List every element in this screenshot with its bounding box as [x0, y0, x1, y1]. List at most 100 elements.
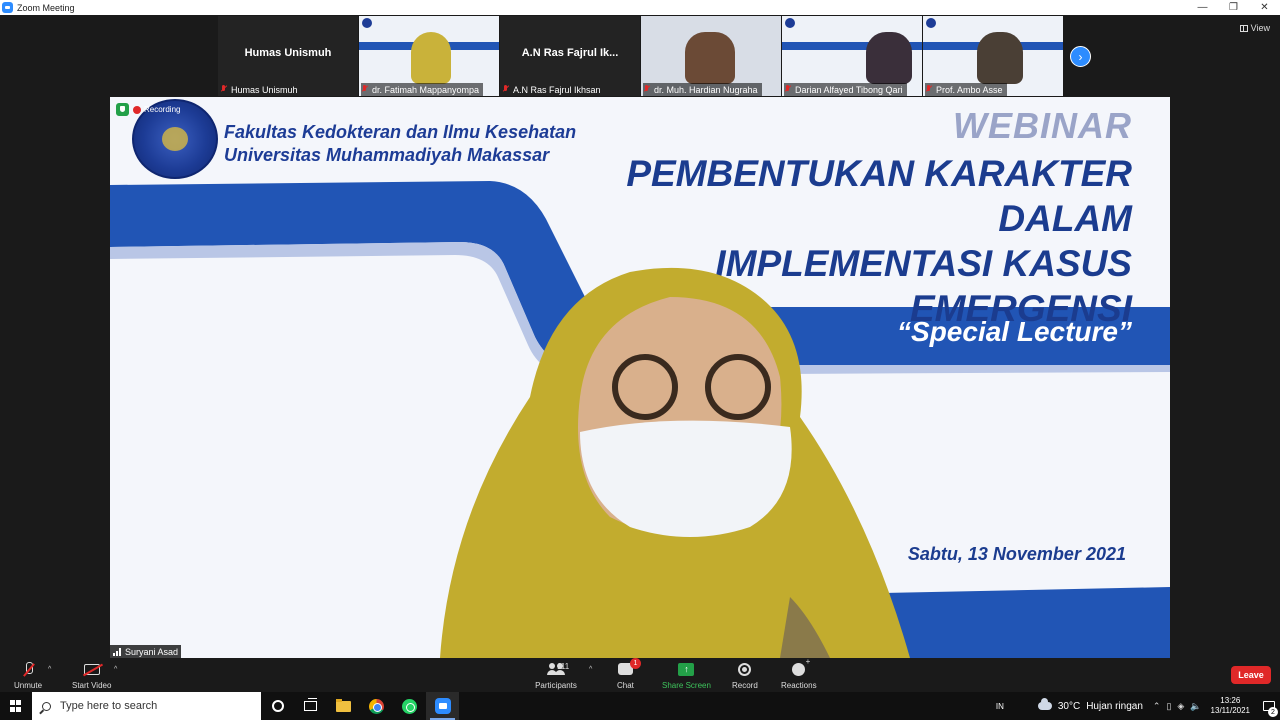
participant-name: Humas Unismuh — [231, 84, 298, 95]
university-logo-icon — [926, 18, 936, 28]
speaker-name: Suryani Asad — [125, 646, 179, 657]
whatsapp-icon — [402, 698, 417, 714]
meeting-stage: View Humas Unismuh Humas Unismuh dr. Fat… — [0, 15, 1280, 658]
participant-video-person — [866, 32, 912, 84]
participant-video-person — [411, 32, 451, 84]
task-view-icon — [304, 698, 317, 711]
grid-view-icon — [1239, 24, 1248, 32]
participant-tile[interactable]: Darian Alfayed Tibong Qari — [782, 16, 922, 96]
next-page-chevron-icon[interactable]: › — [1070, 46, 1091, 67]
reactions-label: Reactions — [781, 681, 817, 690]
network-icon[interactable]: ◈ — [1177, 701, 1184, 712]
security-shield-icon[interactable] — [116, 103, 129, 116]
window-title: Zoom Meeting — [17, 2, 75, 13]
participant-caption: dr. Muh. Hardian Nugraha — [643, 83, 762, 96]
cortana-icon — [271, 700, 284, 712]
participants-count: 111 — [557, 662, 570, 671]
start-button[interactable] — [0, 692, 32, 720]
participant-display-name: A.N Ras Fajrul Ik... — [521, 47, 619, 59]
participant-thumbnail-strip: Humas Unismuh Humas Unismuh dr. Fatimah … — [218, 16, 1064, 96]
participant-caption: Humas Unismuh — [220, 83, 302, 96]
participant-caption: Prof. Ambo Asse — [925, 83, 1007, 96]
view-button-label: View — [1250, 23, 1270, 33]
participant-tile[interactable]: Prof. Ambo Asse — [923, 16, 1063, 96]
weather-widget[interactable]: 30°C Hujan ringan — [1037, 698, 1143, 712]
participant-caption: A.N Ras Fajrul Ikhsan — [502, 83, 605, 96]
folder-icon — [336, 698, 351, 712]
mic-muted-icon — [925, 85, 932, 94]
chat-button[interactable]: 1 Chat — [617, 658, 641, 690]
search-placeholder: Type here to search — [60, 700, 158, 712]
mic-muted-icon — [220, 85, 227, 94]
taskbar-search-box[interactable]: Type here to search — [32, 692, 261, 720]
zoom-app-icon — [2, 2, 13, 13]
participant-tile[interactable]: Humas Unismuh Humas Unismuh — [218, 16, 358, 96]
system-tray: IN 30°C Hujan ringan ⌃ ▯ ◈ 🔈 13:26 13/11… — [992, 692, 1280, 720]
reactions-icon — [792, 657, 810, 676]
cortana-button[interactable] — [261, 692, 294, 720]
participant-caption: Darian Alfayed Tibong Qari — [784, 83, 907, 96]
participant-display-name: Humas Unismuh — [244, 47, 332, 59]
clock-date: 13/11/2021 — [1210, 706, 1250, 715]
signal-strength-icon — [113, 647, 122, 656]
unmute-button[interactable]: Unmute — [14, 660, 42, 690]
participant-name: Prof. Ambo Asse — [936, 84, 1003, 95]
mic-muted-icon — [502, 85, 509, 94]
chrome-button[interactable] — [360, 692, 393, 720]
record-button[interactable]: Record — [732, 660, 758, 690]
video-options-chevron-icon[interactable]: ^ — [114, 666, 117, 673]
chat-label: Chat — [617, 681, 634, 690]
notification-count: 2 — [1268, 707, 1278, 717]
university-logo-icon — [362, 18, 372, 28]
start-video-label: Start Video — [72, 681, 112, 690]
audio-options-chevron-icon[interactable]: ^ — [48, 666, 51, 673]
participant-tile[interactable]: A.N Ras Fajrul Ik... A.N Ras Fajrul Ikhs… — [500, 16, 640, 96]
participant-name: dr. Fatimah Mappanyompa — [372, 84, 480, 95]
window-title-bar: Zoom Meeting — ❐ ✕ — [0, 0, 1280, 15]
chat-icon: 1 — [617, 658, 641, 675]
battery-icon[interactable]: ▯ — [1166, 701, 1171, 712]
view-button[interactable]: View — [1239, 23, 1270, 33]
task-view-button[interactable] — [294, 692, 327, 720]
hidden-icons-chevron-icon[interactable]: ⌃ — [1153, 701, 1161, 712]
window-controls: — ❐ ✕ — [1187, 0, 1280, 15]
mic-muted-icon — [23, 661, 33, 677]
file-explorer-button[interactable] — [327, 692, 360, 720]
active-speaker-video: Fakultas Kedokteran dan Ilmu Kesehatan U… — [110, 97, 1170, 658]
whatsapp-button[interactable] — [393, 692, 426, 720]
unmute-label: Unmute — [14, 681, 43, 690]
chrome-icon — [369, 698, 384, 714]
start-video-button[interactable]: Start Video — [72, 660, 111, 690]
participants-button[interactable]: 111 Participants — [535, 660, 577, 690]
participant-tile[interactable]: dr. Fatimah Mappanyompa — [359, 16, 499, 96]
taskbar-clock[interactable]: 13:26 13/11/2021 — [1211, 696, 1250, 716]
zoom-taskbar-button[interactable] — [426, 692, 459, 720]
leave-button[interactable]: Leave — [1231, 666, 1271, 684]
participant-tile[interactable]: dr. Muh. Hardian Nugraha — [641, 16, 781, 96]
share-screen-button[interactable]: ↑ Share Screen — [662, 660, 711, 690]
mic-muted-icon — [643, 85, 650, 94]
mic-muted-icon — [361, 85, 368, 94]
participants-options-chevron-icon[interactable]: ^ — [589, 666, 592, 673]
weather-description: Hujan ringan — [1086, 700, 1143, 712]
input-language[interactable]: IN — [996, 702, 1004, 711]
record-label: Record — [732, 681, 758, 690]
minimize-button[interactable]: — — [1187, 0, 1218, 15]
volume-icon[interactable]: 🔈 — [1190, 701, 1201, 712]
participant-name: dr. Muh. Hardian Nugraha — [654, 84, 758, 95]
participant-video-person — [685, 32, 735, 84]
windows-taskbar: Type here to search IN 30°C Hujan ringan… — [0, 692, 1280, 720]
participant-name: Darian Alfayed Tibong Qari — [795, 84, 903, 95]
participant-caption: dr. Fatimah Mappanyompa — [361, 83, 484, 96]
participant-video-person — [977, 32, 1023, 84]
speaker-name-tag: Suryani Asad — [110, 645, 182, 658]
share-screen-label: Share Screen — [662, 681, 711, 690]
reactions-button[interactable]: Reactions — [781, 657, 817, 691]
close-window-button[interactable]: ✕ — [1249, 0, 1280, 15]
restore-button[interactable]: ❐ — [1218, 0, 1249, 15]
recording-dot-icon — [133, 105, 141, 114]
meeting-toolbar: Unmute ^ Start Video ^ 111 Participants … — [0, 657, 1280, 692]
action-center-button[interactable]: 2 — [1258, 692, 1280, 720]
clock-time: 13:26 — [1220, 696, 1241, 705]
presenter-figure — [440, 267, 910, 658]
